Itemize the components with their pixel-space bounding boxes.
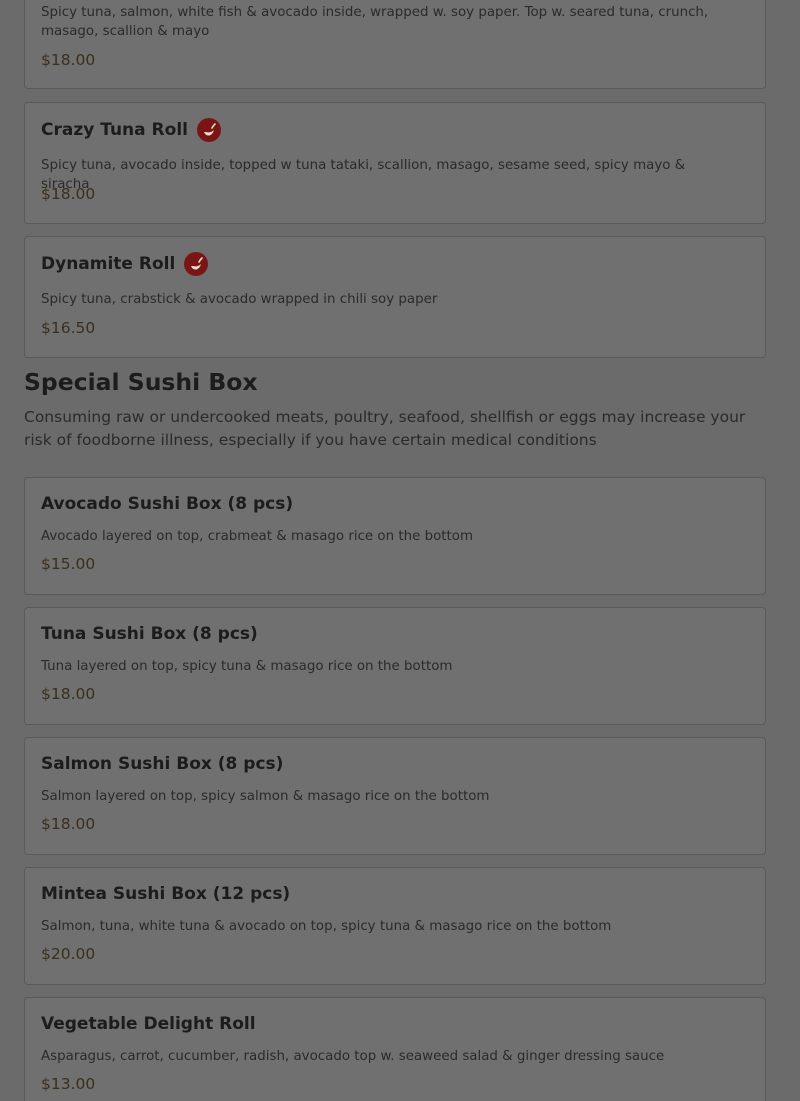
item-description: Asparagus, carrot, cucumber, radish, avo… xyxy=(41,1049,665,1064)
item-name: Mintea Sushi Box (12 pcs) xyxy=(41,884,291,904)
chili-pepper-icon xyxy=(196,118,221,142)
menu-item-card[interactable]: Spicy tuna, salmon, white fish & avocado… xyxy=(24,0,766,89)
item-price: $13.00 xyxy=(41,1075,96,1093)
item-name-text: Dynamite Roll xyxy=(41,254,176,274)
item-price: $15.00 xyxy=(41,555,96,573)
menu-item-card[interactable]: Crazy Tuna Roll Spicy tuna, avocado insi… xyxy=(24,102,766,224)
item-price: $16.50 xyxy=(41,319,96,337)
menu-item-card[interactable]: Mintea Sushi Box (12 pcs) Salmon, tuna, … xyxy=(24,867,766,985)
menu-item-card[interactable]: Vegetable Delight Roll Asparagus, carrot… xyxy=(24,997,766,1101)
item-name: Salmon Sushi Box (8 pcs) xyxy=(41,754,284,774)
item-description: Spicy tuna, avocado inside, topped w tun… xyxy=(41,158,686,192)
item-price: $18.00 xyxy=(41,685,96,703)
item-price: $18.00 xyxy=(41,51,96,69)
item-name: Tuna Sushi Box (8 pcs) xyxy=(41,624,258,644)
item-description: Tuna layered on top, spicy tuna & masago… xyxy=(41,659,453,674)
item-price: $18.00 xyxy=(41,185,96,203)
item-price: $18.00 xyxy=(41,815,96,833)
item-description: Avocado layered on top, crabmeat & masag… xyxy=(41,529,474,544)
menu-item-card[interactable]: Dynamite Roll Spicy tuna, crabstick & av… xyxy=(24,236,766,358)
item-name: Avocado Sushi Box (8 pcs) xyxy=(41,494,294,514)
item-description: Salmon layered on top, spicy salmon & ma… xyxy=(41,789,490,804)
menu-item-card[interactable]: Salmon Sushi Box (8 pcs) Salmon layered … xyxy=(24,737,766,855)
item-description: Salmon, tuna, white tuna & avocado on to… xyxy=(41,919,612,934)
item-description: Spicy tuna, salmon, white fish & avocado… xyxy=(41,5,709,39)
chili-pepper-icon xyxy=(184,252,209,276)
section-title: Special Sushi Box xyxy=(24,368,258,396)
item-name: Crazy Tuna Roll xyxy=(41,118,221,142)
menu-page: Spicy tuna, salmon, white fish & avocado… xyxy=(0,0,800,1101)
item-name: Vegetable Delight Roll xyxy=(41,1014,256,1034)
menu-item-card[interactable]: Tuna Sushi Box (8 pcs) Tuna layered on t… xyxy=(24,607,766,725)
menu-item-card[interactable]: Avocado Sushi Box (8 pcs) Avocado layere… xyxy=(24,477,766,595)
item-name: Dynamite Roll xyxy=(41,252,209,276)
item-price: $20.00 xyxy=(41,945,96,963)
allergy-warning: Consuming raw or undercooked meats, poul… xyxy=(24,408,746,449)
item-name-text: Crazy Tuna Roll xyxy=(41,120,188,140)
item-description: Spicy tuna, crabstick & avocado wrapped … xyxy=(41,292,438,307)
